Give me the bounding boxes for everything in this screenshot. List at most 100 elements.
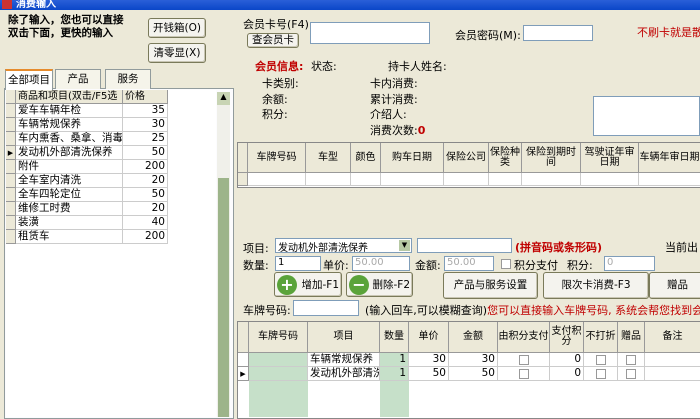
list-item-name[interactable]: 全车室内清洗 (16, 174, 123, 188)
grid-cell[interactable] (489, 173, 522, 186)
column-header[interactable]: 商品和项目(双击/F5选 (16, 90, 123, 104)
column-header[interactable]: 价格 (123, 90, 168, 104)
grid-cell[interactable]: 1 (380, 367, 409, 381)
item-select[interactable]: 发动机外部清洗保养 ▼ (275, 238, 412, 254)
tab-all[interactable]: 全部项目 (5, 69, 53, 90)
limited-card-button[interactable]: 限次卡消费-F3 (543, 272, 649, 299)
grid-cell[interactable] (248, 173, 306, 186)
plate-input[interactable] (293, 300, 359, 316)
grid-cell[interactable]: 车辆常规保养 (308, 353, 380, 367)
column-header[interactable]: 赠品 (618, 322, 645, 353)
scroll-thumb[interactable] (218, 178, 229, 417)
list-item-name[interactable]: 附件 (16, 160, 123, 174)
grid-cell[interactable]: 发动机外部清洗 (308, 367, 380, 381)
list-item-name[interactable]: 租赁车 (16, 230, 123, 244)
checkbox-cell[interactable] (618, 367, 645, 381)
tab-products[interactable]: 产品 (55, 69, 101, 89)
column-header[interactable]: 保险公司 (444, 143, 489, 173)
notes-box[interactable] (593, 96, 700, 136)
row-indicator[interactable] (6, 202, 16, 216)
column-header[interactable]: 驾驶证年审日期 (581, 143, 639, 173)
grid-cell[interactable] (306, 173, 351, 186)
points-pay-checkbox[interactable] (501, 259, 511, 269)
chevron-down-icon[interactable]: ▼ (399, 240, 410, 251)
grid-cell[interactable]: 30 (409, 353, 449, 367)
row-indicator[interactable] (6, 174, 16, 188)
checkbox-cell[interactable] (498, 353, 550, 367)
column-header[interactable]: 购车日期 (381, 143, 444, 173)
row-indicator[interactable] (6, 104, 16, 118)
tab-services[interactable]: 服务 (105, 69, 151, 89)
list-item-name[interactable]: 车内熏香、桑拿、消毒 (16, 132, 123, 146)
column-header[interactable]: 颜色 (351, 143, 381, 173)
list-item-name[interactable]: 发动机外部清洗保养 (16, 146, 123, 160)
grid-cell[interactable] (639, 173, 700, 186)
card-number-input[interactable] (310, 22, 430, 44)
column-header[interactable]: 支付积分 (550, 322, 584, 353)
column-header[interactable]: 保险到期时间 (522, 143, 581, 173)
column-header[interactable]: 数量 (380, 322, 409, 353)
grid-cell[interactable]: 50 (449, 367, 498, 381)
checkbox-cell[interactable] (498, 367, 550, 381)
checkbox[interactable] (626, 369, 636, 379)
grid-cell[interactable] (645, 367, 700, 381)
row-indicator[interactable] (238, 353, 249, 367)
row-indicator[interactable] (238, 173, 248, 186)
row-indicator[interactable]: ▶ (6, 146, 16, 160)
column-header[interactable]: 由积分支付 (498, 322, 550, 353)
column-header[interactable]: 项目 (308, 322, 380, 353)
grid-cell[interactable]: 1 (380, 353, 409, 367)
grid-cell[interactable] (351, 173, 381, 186)
column-header[interactable]: 金额 (449, 322, 498, 353)
grid-cell[interactable] (444, 173, 489, 186)
row-indicator[interactable]: ▶ (238, 367, 249, 381)
column-header[interactable]: 不打折 (584, 322, 618, 353)
scroll-up-icon[interactable]: ▲ (217, 92, 230, 105)
grid-cell[interactable] (249, 367, 308, 381)
grid-cell[interactable]: 0 (550, 353, 584, 367)
list-item-name[interactable]: 维修工时费 (16, 202, 123, 216)
lookup-card-button[interactable]: 查会员卡 (247, 33, 299, 48)
column-header[interactable]: 车牌号码 (249, 322, 308, 353)
grid-cell[interactable] (581, 173, 639, 186)
list-item-name[interactable]: 全车四轮定位 (16, 188, 123, 202)
password-input[interactable] (523, 25, 593, 41)
add-button[interactable]: + 增加-F1 (274, 272, 342, 297)
checkbox-cell[interactable] (584, 367, 618, 381)
grid-cell[interactable] (249, 353, 308, 367)
column-header[interactable]: 单价 (409, 322, 449, 353)
vehicle-grid[interactable]: 车牌号码 车型 颜色 购车日期 保险公司 保险种类 保险到期时间 驾驶证年审日期 车辆年审日期 (237, 142, 700, 188)
checkbox-cell[interactable] (584, 353, 618, 367)
amount-input[interactable]: 50.00 (444, 256, 494, 271)
checkbox[interactable] (595, 369, 606, 379)
grid-cell[interactable]: 30 (449, 353, 498, 367)
grid-cell[interactable]: 50 (409, 367, 449, 381)
list-item-name[interactable]: 装潢 (16, 216, 123, 230)
column-header[interactable]: 车辆年审日期 (639, 143, 700, 173)
points-input[interactable]: 0 (604, 256, 655, 271)
open-drawer-button[interactable]: 开钱箱(O) (148, 18, 206, 38)
grid-cell[interactable]: 0 (550, 367, 584, 381)
checkbox[interactable] (518, 369, 529, 379)
column-header[interactable]: 备注 (645, 322, 700, 353)
column-header[interactable]: 车型 (306, 143, 351, 173)
column-header[interactable]: 保险种类 (489, 143, 522, 173)
code-input[interactable] (417, 238, 512, 253)
checkbox[interactable] (518, 355, 529, 365)
qty-input[interactable]: 1 (275, 256, 321, 271)
scrollbar[interactable]: ▲ (217, 92, 230, 417)
clear-display-button[interactable]: 清零显(X) (148, 43, 206, 63)
grid-cell[interactable] (381, 173, 444, 186)
column-header[interactable]: 车牌号码 (248, 143, 306, 173)
grid-cell[interactable] (522, 173, 581, 186)
settings-button[interactable]: 产品与服务设置 (443, 272, 538, 299)
checkbox[interactable] (595, 355, 606, 365)
row-indicator[interactable] (6, 188, 16, 202)
row-indicator[interactable] (6, 160, 16, 174)
row-indicator[interactable] (6, 230, 16, 244)
list-item-name[interactable]: 车辆常规保养 (16, 118, 123, 132)
checkbox[interactable] (626, 355, 636, 365)
gift-button[interactable]: 赠品 (649, 272, 700, 299)
list-item-name[interactable]: 爱车车辆年检 (16, 104, 123, 118)
row-indicator[interactable] (6, 216, 16, 230)
